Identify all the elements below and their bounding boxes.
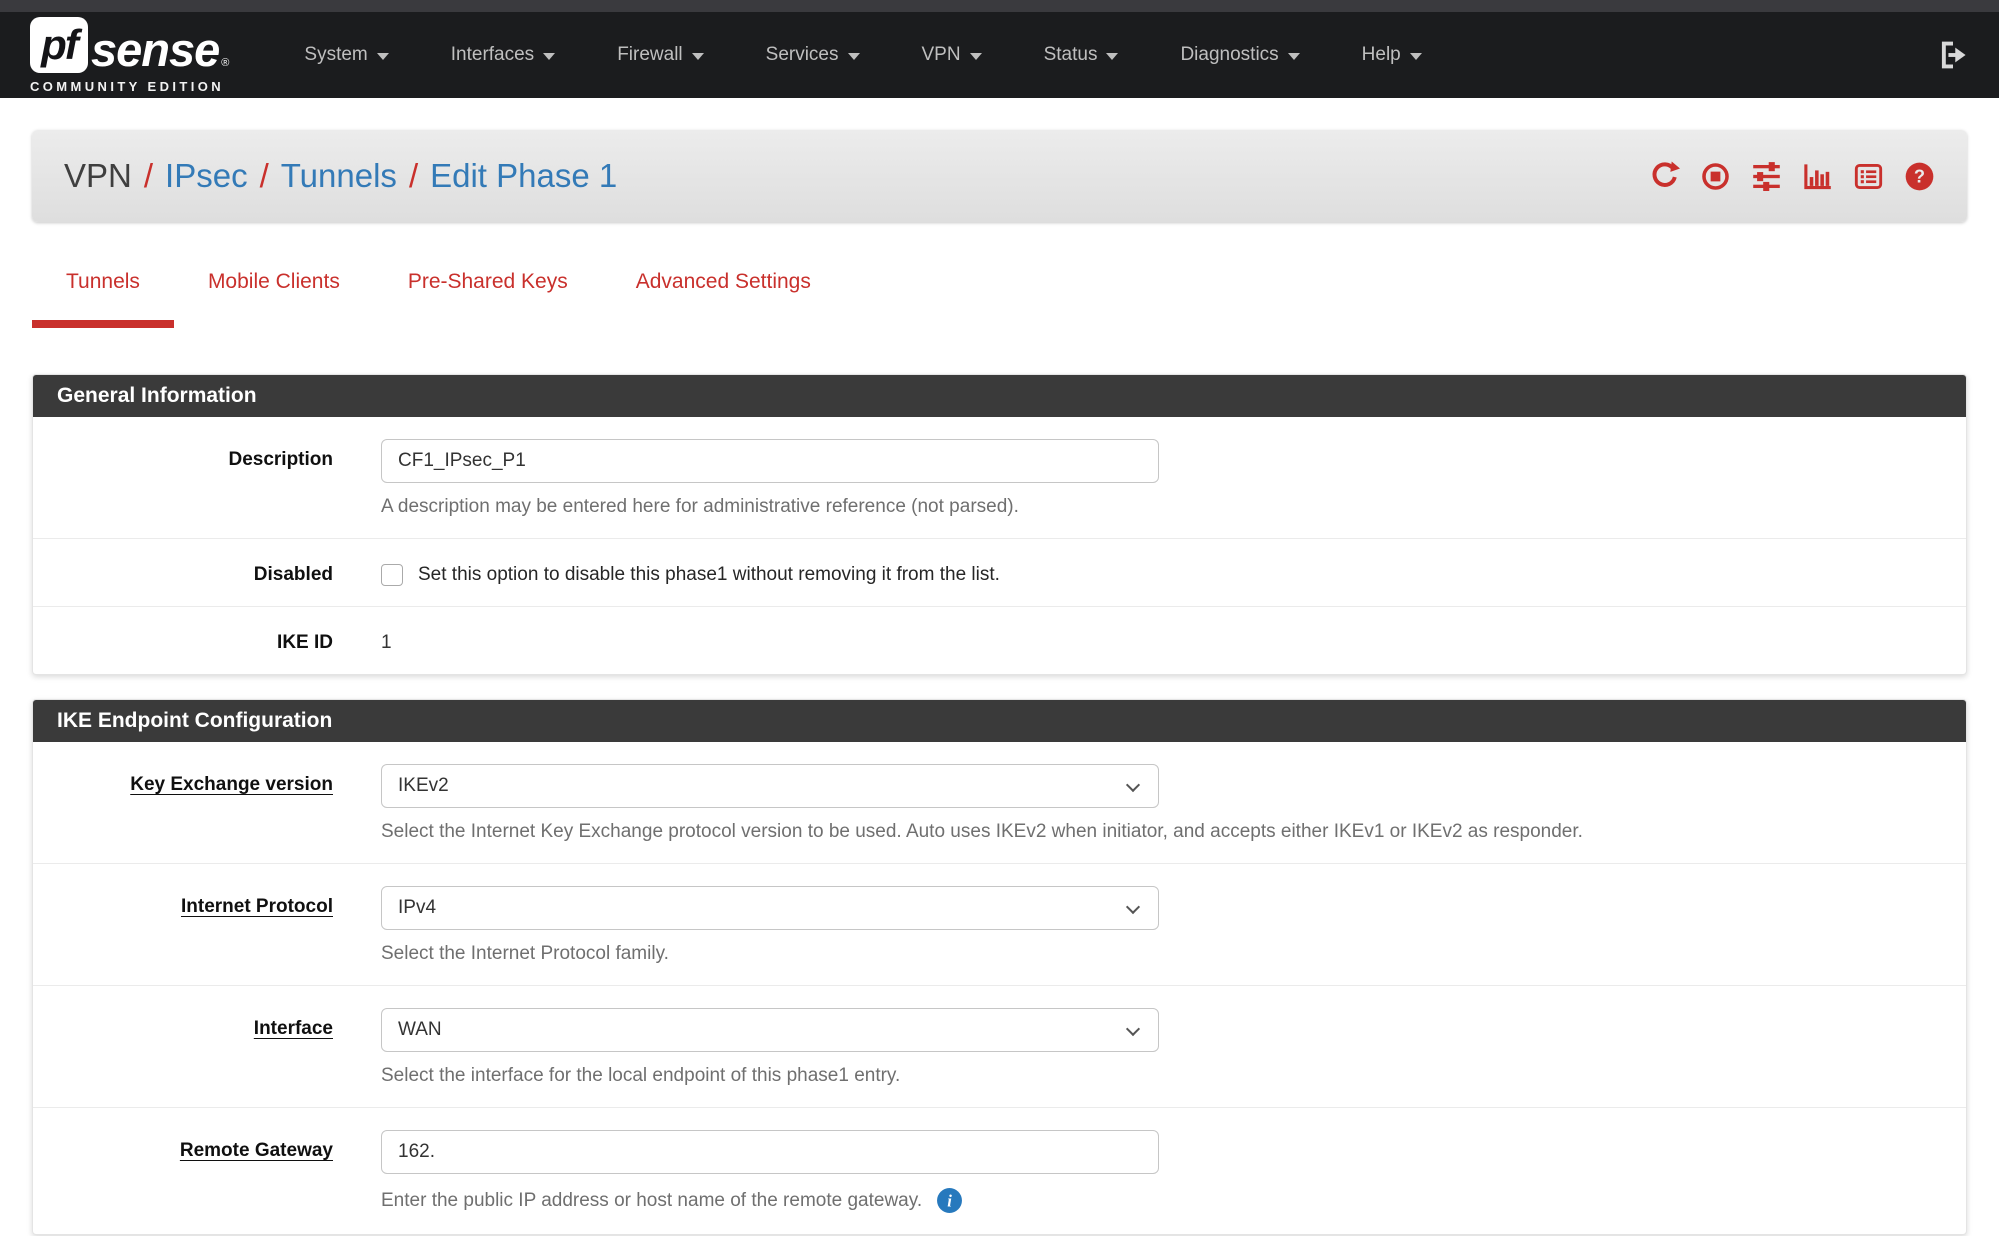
logout-button[interactable] (1937, 39, 1969, 71)
chart-bar-icon[interactable] (1802, 161, 1833, 192)
sliders-icon[interactable] (1751, 161, 1782, 192)
nav-item-services[interactable]: Services (735, 44, 891, 66)
caret-down-icon (377, 53, 389, 60)
window-top-strip (0, 0, 1999, 12)
remote-gateway-input[interactable] (381, 1130, 1159, 1174)
caret-down-icon (1106, 53, 1118, 60)
description-label: Description (33, 439, 333, 518)
nav-item-interfaces[interactable]: Interfaces (420, 44, 586, 66)
form-row-remote-gateway: Remote Gateway Enter the public IP addre… (33, 1107, 1966, 1234)
ike-id-label: IKE ID (33, 629, 333, 654)
caret-down-icon (543, 53, 555, 60)
chevron-down-icon (1126, 1022, 1140, 1036)
tab-tunnels[interactable]: Tunnels (32, 262, 174, 328)
registered-mark: ® (221, 57, 229, 69)
remote-gateway-label: Remote Gateway (33, 1130, 333, 1214)
title-bar-actions: ? (1649, 161, 1935, 192)
panel-title: General Information (33, 375, 1966, 417)
caret-down-icon (692, 53, 704, 60)
panel-title: IKE Endpoint Configuration (33, 700, 1966, 742)
form-row-disabled: Disabled Set this option to disable this… (33, 538, 1966, 606)
main-navbar: pf sense ® COMMUNITY EDITION System Inte… (0, 12, 1999, 98)
selected-value: WAN (398, 1019, 442, 1041)
breadcrumb: VPN / IPsec / Tunnels / Edit Phase 1 (64, 157, 617, 195)
key-exchange-label: Key Exchange version (33, 764, 333, 843)
internet-protocol-help: Select the Internet Protocol family. (381, 943, 1938, 965)
sense-logo-text: sense (91, 26, 219, 73)
tab-mobile-clients[interactable]: Mobile Clients (174, 262, 374, 328)
form-row-key-exchange: Key Exchange version IKEv2 Select the In… (33, 742, 1966, 863)
sign-out-icon (1937, 39, 1969, 71)
description-input[interactable] (381, 439, 1159, 483)
breadcrumb-link-tunnels[interactable]: Tunnels (281, 157, 397, 195)
community-edition-label: COMMUNITY EDITION (30, 79, 229, 94)
info-icon[interactable]: i (936, 1187, 963, 1214)
key-exchange-select[interactable]: IKEv2 (381, 764, 1159, 808)
interface-label: Interface (33, 1008, 333, 1087)
help-icon[interactable]: ? (1904, 161, 1935, 192)
form-row-ike-id: IKE ID 1 (33, 606, 1966, 674)
ipsec-tabs: Tunnels Mobile Clients Pre-Shared Keys A… (32, 262, 1967, 328)
internet-protocol-select[interactable]: IPv4 (381, 886, 1159, 930)
ike-endpoint-configuration-panel: IKE Endpoint Configuration Key Exchange … (32, 699, 1967, 1235)
ike-id-value: 1 (381, 629, 1938, 654)
list-icon[interactable] (1853, 161, 1884, 192)
nav-item-vpn[interactable]: VPN (891, 44, 1013, 66)
svg-text:?: ? (1914, 165, 1925, 186)
disabled-label: Disabled (33, 561, 333, 586)
internet-protocol-label: Internet Protocol (33, 886, 333, 965)
remote-gateway-help: Enter the public IP address or host name… (381, 1190, 922, 1212)
tab-pre-shared-keys[interactable]: Pre-Shared Keys (374, 262, 602, 328)
caret-down-icon (1288, 53, 1300, 60)
tab-advanced-settings[interactable]: Advanced Settings (602, 262, 845, 328)
description-help: A description may be entered here for ad… (381, 496, 1938, 518)
nav-item-firewall[interactable]: Firewall (586, 44, 734, 66)
caret-down-icon (848, 53, 860, 60)
form-row-interface: Interface WAN Select the interface for t… (33, 985, 1966, 1107)
breadcrumb-link-edit-phase1[interactable]: Edit Phase 1 (430, 157, 617, 195)
form-row-internet-protocol: Internet Protocol IPv4 Select the Intern… (33, 863, 1966, 985)
stop-icon[interactable] (1700, 161, 1731, 192)
pf-logo-box: pf (30, 17, 88, 73)
refresh-icon[interactable] (1649, 161, 1680, 192)
caret-down-icon (970, 53, 982, 60)
page-title-bar: VPN / IPsec / Tunnels / Edit Phase 1 (32, 130, 1967, 222)
selected-value: IPv4 (398, 897, 436, 919)
disabled-checkbox-label: Set this option to disable this phase1 w… (418, 564, 1000, 586)
disabled-checkbox[interactable] (381, 564, 403, 586)
breadcrumb-link-ipsec[interactable]: IPsec (165, 157, 248, 195)
caret-down-icon (1410, 53, 1422, 60)
form-row-description: Description A description may be entered… (33, 417, 1966, 538)
general-information-panel: General Information Description A descri… (32, 374, 1967, 675)
nav-item-help[interactable]: Help (1331, 44, 1453, 66)
selected-value: IKEv2 (398, 775, 449, 797)
chevron-down-icon (1126, 900, 1140, 914)
interface-help: Select the interface for the local endpo… (381, 1065, 1938, 1087)
nav-item-system[interactable]: System (273, 44, 419, 66)
nav-item-diagnostics[interactable]: Diagnostics (1149, 44, 1330, 66)
breadcrumb-root: VPN (64, 157, 132, 195)
interface-select[interactable]: WAN (381, 1008, 1159, 1052)
nav-menu: System Interfaces Firewall Services VPN … (273, 44, 1452, 66)
key-exchange-help: Select the Internet Key Exchange protoco… (381, 821, 1938, 843)
chevron-down-icon (1126, 778, 1140, 792)
nav-item-status[interactable]: Status (1013, 44, 1150, 66)
pfsense-logo[interactable]: pf sense ® COMMUNITY EDITION (30, 17, 229, 94)
svg-text:i: i (947, 1192, 952, 1211)
disabled-checkbox-row: Set this option to disable this phase1 w… (381, 561, 1938, 586)
